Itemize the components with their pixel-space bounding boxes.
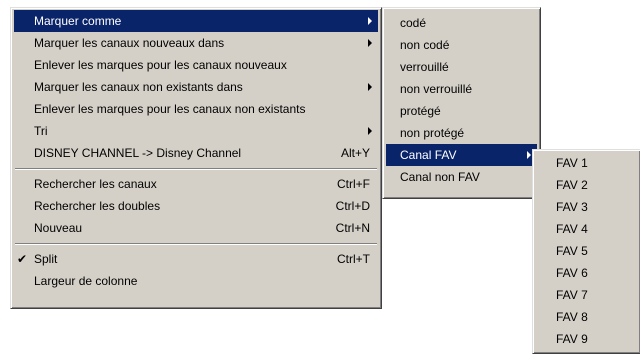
menu-item-label: DISNEY CHANNEL -> Disney Channel xyxy=(34,146,242,160)
menu-item-label: FAV 3 xyxy=(556,200,588,214)
menu-item-label: Canal non FAV xyxy=(400,170,480,184)
menu-item-label: non codé xyxy=(400,38,450,52)
submenu-item-fav-7[interactable]: FAV 7 xyxy=(536,284,637,306)
menu-item-marquer-nouveaux[interactable]: Marquer les canaux nouveaux dans xyxy=(14,32,378,54)
submenu-item-non-protege[interactable]: non protégé xyxy=(386,122,537,144)
submenu-arrow-icon xyxy=(368,127,372,135)
menu-item-label: Rechercher les canaux xyxy=(34,177,157,191)
menu-item-label: Enlever les marques pour les canaux non … xyxy=(34,102,306,116)
menu-item-shortcut: Ctrl+D xyxy=(335,199,370,213)
menu-item-label: FAV 4 xyxy=(556,222,588,236)
menu-item-label: Split xyxy=(34,252,58,266)
menu-item-label: Largeur de colonne xyxy=(34,274,138,288)
submenu-item-canal-fav[interactable]: Canal FAV xyxy=(386,144,537,166)
submenu-item-fav-1[interactable]: FAV 1 xyxy=(536,152,637,174)
menu-item-label: Enlever les marques pour les canaux nouv… xyxy=(34,58,287,72)
menu-item-label: FAV 1 xyxy=(556,156,588,170)
menu-item-label: Tri xyxy=(34,124,48,138)
menu-item-nouveau[interactable]: Nouveau Ctrl+N xyxy=(14,217,378,239)
submenu-item-fav-6[interactable]: FAV 6 xyxy=(536,262,637,284)
menu-item-tri[interactable]: Tri xyxy=(14,120,378,142)
menu-item-largeur-colonne[interactable]: Largeur de colonne xyxy=(14,270,378,292)
submenu-arrow-icon xyxy=(368,17,372,25)
submenu-item-protege[interactable]: protégé xyxy=(386,100,537,122)
menu-item-label: FAV 6 xyxy=(556,266,588,280)
menu-item-label: Rechercher les doubles xyxy=(34,199,161,213)
submenu-item-code[interactable]: codé xyxy=(386,12,537,34)
checkmark-icon: ✔ xyxy=(17,252,28,266)
menu-separator xyxy=(15,164,377,173)
menu-item-label: verrouillé xyxy=(400,60,449,74)
menu-item-split[interactable]: ✔ Split Ctrl+T xyxy=(14,248,378,270)
submenu-item-non-code[interactable]: non codé xyxy=(386,34,537,56)
submenu-item-fav-9[interactable]: FAV 9 xyxy=(536,328,637,350)
submenu-arrow-icon xyxy=(527,151,531,159)
menu-item-disney-channel[interactable]: DISNEY CHANNEL -> Disney Channel Alt+Y xyxy=(14,142,378,164)
menu-item-shortcut: Ctrl+F xyxy=(337,177,370,191)
menu-item-shortcut: Alt+Y xyxy=(340,146,370,160)
submenu-item-fav-3[interactable]: FAV 3 xyxy=(536,196,637,218)
menu-item-label: non protégé xyxy=(400,126,465,140)
submenu-arrow-icon xyxy=(368,39,372,47)
menu-item-label: FAV 2 xyxy=(556,178,588,192)
menu-item-enlever-non-existants[interactable]: Enlever les marques pour les canaux non … xyxy=(14,98,378,120)
context-menu: Marquer comme Marquer les canaux nouveau… xyxy=(10,7,382,309)
menu-item-shortcut: Ctrl+N xyxy=(335,221,370,235)
menu-item-label: Canal FAV xyxy=(400,148,457,162)
menu-item-label: FAV 9 xyxy=(556,332,588,346)
menu-item-label: FAV 7 xyxy=(556,288,588,302)
menu-separator xyxy=(15,239,377,248)
submenu-item-fav-4[interactable]: FAV 4 xyxy=(536,218,637,240)
menu-item-marquer-non-existants[interactable]: Marquer les canaux non existants dans xyxy=(14,76,378,98)
menu-item-label: Nouveau xyxy=(34,221,83,235)
menu-item-label: codé xyxy=(400,16,427,30)
submenu-canal-fav: FAV 1 FAV 2 FAV 3 FAV 4 FAV 5 FAV 6 FAV … xyxy=(532,149,640,354)
menu-item-label: Marquer comme xyxy=(34,14,122,28)
submenu-item-verrouille[interactable]: verrouillé xyxy=(386,56,537,78)
menu-item-label: Marquer les canaux non existants dans xyxy=(34,80,243,94)
menu-item-label: non verrouillé xyxy=(400,82,473,96)
menu-item-marquer-comme[interactable]: Marquer comme xyxy=(14,10,378,32)
menu-item-label: Marquer les canaux nouveaux dans xyxy=(34,36,225,50)
submenu-item-fav-5[interactable]: FAV 5 xyxy=(536,240,637,262)
submenu-item-fav-2[interactable]: FAV 2 xyxy=(536,174,637,196)
menu-item-shortcut: Ctrl+T xyxy=(337,252,370,266)
menu-item-enlever-nouveaux[interactable]: Enlever les marques pour les canaux nouv… xyxy=(14,54,378,76)
submenu-item-fav-8[interactable]: FAV 8 xyxy=(536,306,637,328)
menu-item-label: FAV 8 xyxy=(556,310,588,324)
menu-item-rechercher-doubles[interactable]: Rechercher les doubles Ctrl+D xyxy=(14,195,378,217)
submenu-arrow-icon xyxy=(368,83,372,91)
submenu-item-non-verrouille[interactable]: non verrouillé xyxy=(386,78,537,100)
menu-item-label: FAV 5 xyxy=(556,244,588,258)
menu-item-rechercher-canaux[interactable]: Rechercher les canaux Ctrl+F xyxy=(14,173,378,195)
submenu-item-canal-non-fav[interactable]: Canal non FAV xyxy=(386,166,537,188)
menu-item-label: protégé xyxy=(400,104,441,118)
submenu-marquer-comme: codé non codé verrouillé non verrouillé … xyxy=(382,7,541,199)
